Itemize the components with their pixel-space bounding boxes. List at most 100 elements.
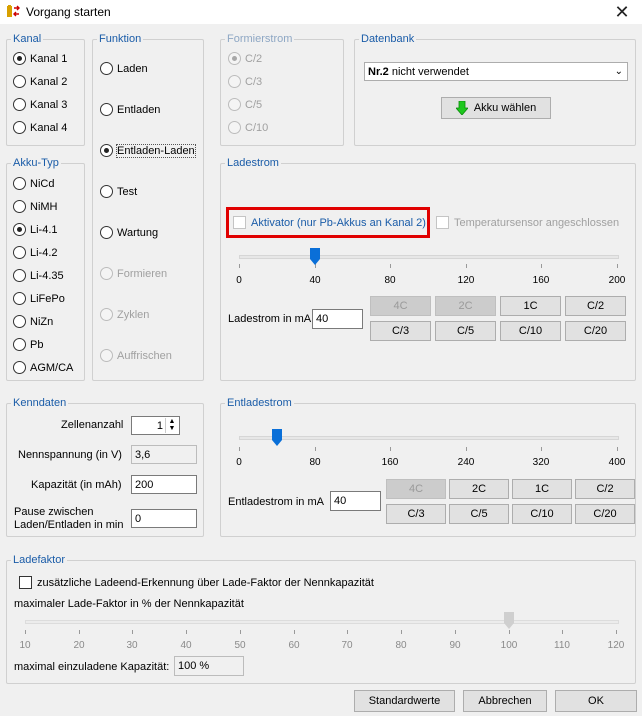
temperatursensor-checkbox[interactable]: Temperatursensor angeschlossen — [436, 216, 619, 229]
slider-tick — [541, 447, 542, 451]
rate-button-c-10[interactable]: C/10 — [512, 504, 572, 524]
radio-li-4-35[interactable]: Li-4.35 — [13, 269, 64, 282]
radio-kanal-3[interactable]: Kanal 3 — [13, 98, 67, 111]
ladefaktor-checkbox-label: zusätzliche Ladeend-Erkennung über Lade-… — [37, 576, 374, 589]
entladestrom-input[interactable]: 40 — [330, 491, 381, 511]
datenbank-legend: Datenbank — [359, 32, 417, 46]
ladefaktor-box — [19, 576, 32, 589]
radio-wartung[interactable]: Wartung — [100, 226, 158, 239]
rate-button-c-5[interactable]: C/5 — [449, 504, 509, 524]
datenbank-group: Datenbank — [354, 32, 636, 146]
entladestrom-slider-track[interactable] — [239, 436, 619, 440]
rate-button-c-2[interactable]: C/2 — [565, 296, 626, 316]
radio-c-2[interactable]: C/2 — [228, 52, 262, 65]
radio-circle — [13, 338, 26, 351]
radio-label: Li-4.35 — [30, 269, 64, 282]
rate-button-c-20[interactable]: C/20 — [575, 504, 635, 524]
radio-entladen-laden[interactable]: Entladen-Laden — [100, 143, 196, 158]
rate-button-c-20[interactable]: C/20 — [565, 321, 626, 341]
datenbank-select[interactable]: Nr.2 nicht verwendet ⌄ — [364, 62, 628, 81]
abbrechen-button[interactable]: Abbrechen — [463, 690, 547, 712]
radio-test[interactable]: Test — [100, 185, 137, 198]
ladestrom-slider-thumb[interactable] — [310, 248, 320, 265]
rate-button-4c[interactable]: 4C — [370, 296, 431, 316]
slider-tick — [79, 630, 80, 634]
ladestrom-input[interactable]: 40 — [312, 309, 363, 329]
radio-circle — [13, 121, 26, 134]
radio-label: Kanal 3 — [30, 98, 68, 111]
radio-formieren[interactable]: Formieren — [100, 267, 167, 280]
radio-kanal-1[interactable]: Kanal 1 — [13, 52, 67, 65]
slider-tick-label: 80 — [309, 457, 321, 468]
radio-laden[interactable]: Laden — [100, 62, 148, 75]
radio-c-5[interactable]: C/5 — [228, 98, 262, 111]
radio-entladen[interactable]: Entladen — [100, 103, 160, 116]
spinner-arrows-icon[interactable]: ▲ ▼ — [165, 418, 178, 433]
slider-tick — [240, 630, 241, 634]
rate-button-1c[interactable]: 1C — [500, 296, 561, 316]
slider-tick-label: 110 — [554, 640, 570, 651]
entladestrom-legend: Entladestrom — [225, 396, 294, 410]
radio-c-10[interactable]: C/10 — [228, 121, 268, 134]
rate-button-1c[interactable]: 1C — [512, 479, 572, 499]
akku-waehlen-label: Akku wählen — [473, 102, 537, 114]
radio-circle — [100, 144, 113, 157]
kapazitaet-input[interactable]: 200 — [131, 475, 197, 494]
radio-nizn[interactable]: NiZn — [13, 315, 53, 328]
radio-nimh[interactable]: NiMH — [13, 200, 58, 213]
slider-tick-label: 160 — [381, 457, 399, 468]
ladestrom-slider-track[interactable] — [239, 255, 619, 259]
slider-tick-label: 80 — [384, 275, 396, 286]
radio-label: Kanal 2 — [30, 75, 68, 88]
ladefaktor-checkbox[interactable]: zusätzliche Ladeend-Erkennung über Lade-… — [19, 576, 374, 589]
radio-li-4-2[interactable]: Li-4.2 — [13, 246, 58, 259]
radio-agm-ca[interactable]: AGM/CA — [13, 361, 73, 374]
pause-input[interactable]: 0 — [131, 509, 197, 528]
slider-tick-label: 100 — [500, 640, 518, 651]
slider-tick-label: 50 — [234, 640, 246, 651]
max-kapazitaet-field: 100 % — [174, 656, 244, 676]
aktivator-checkbox[interactable]: Aktivator (nur Pb-Akkus an Kanal 2) — [233, 216, 426, 229]
radio-auffrischen[interactable]: Auffrischen — [100, 349, 172, 362]
rate-button-2c[interactable]: 2C — [449, 479, 509, 499]
rate-button-2c[interactable]: 2C — [435, 296, 496, 316]
slider-tick-label: 240 — [457, 457, 475, 468]
close-icon[interactable]: ✕ — [602, 0, 642, 24]
ladefaktor-slider-thumb[interactable] — [504, 612, 514, 629]
nennspannung-label: Nennspannung (in V) — [18, 449, 122, 461]
akku-waehlen-button[interactable]: Akku wählen — [441, 97, 551, 119]
rate-button-c-10[interactable]: C/10 — [500, 321, 561, 341]
zellenanzahl-spinner[interactable]: 1 ▲ ▼ — [131, 416, 180, 435]
radio-lifepo[interactable]: LiFePo — [13, 292, 65, 305]
zellenanzahl-label: Zellenanzahl — [61, 419, 124, 431]
radio-circle — [13, 75, 26, 88]
radio-li-4-1[interactable]: Li-4.1 — [13, 223, 58, 236]
radio-label: Test — [117, 185, 138, 198]
rate-button-c-2[interactable]: C/2 — [575, 479, 635, 499]
radio-pb[interactable]: Pb — [13, 338, 43, 351]
aktivator-label: Aktivator (nur Pb-Akkus an Kanal 2) — [251, 216, 426, 229]
radio-circle — [100, 308, 113, 321]
entladestrom-slider-thumb[interactable] — [272, 429, 282, 446]
radio-c-3[interactable]: C/3 — [228, 75, 262, 88]
standardwerte-button[interactable]: Standardwerte — [354, 690, 455, 712]
radio-circle — [228, 75, 241, 88]
radio-kanal-2[interactable]: Kanal 2 — [13, 75, 67, 88]
radio-zyklen[interactable]: Zyklen — [100, 308, 149, 321]
slider-tick-label: 0 — [236, 275, 242, 286]
ok-button[interactable]: OK — [555, 690, 637, 712]
radio-label: NiCd — [30, 177, 55, 190]
rate-button-c-3[interactable]: C/3 — [386, 504, 446, 524]
radio-circle — [13, 98, 26, 111]
radio-label: Entladen — [117, 103, 161, 116]
rate-button-c-3[interactable]: C/3 — [370, 321, 431, 341]
kenndaten-legend: Kenndaten — [11, 396, 69, 410]
select-bold-text: Nr.2 — [368, 65, 389, 78]
radio-nicd[interactable]: NiCd — [13, 177, 54, 190]
ladefaktor-slider-track[interactable] — [25, 620, 619, 624]
rate-button-c-5[interactable]: C/5 — [435, 321, 496, 341]
radio-label: C/2 — [245, 52, 263, 65]
radio-circle — [13, 315, 26, 328]
radio-kanal-4[interactable]: Kanal 4 — [13, 121, 67, 134]
rate-button-4c[interactable]: 4C — [386, 479, 446, 499]
